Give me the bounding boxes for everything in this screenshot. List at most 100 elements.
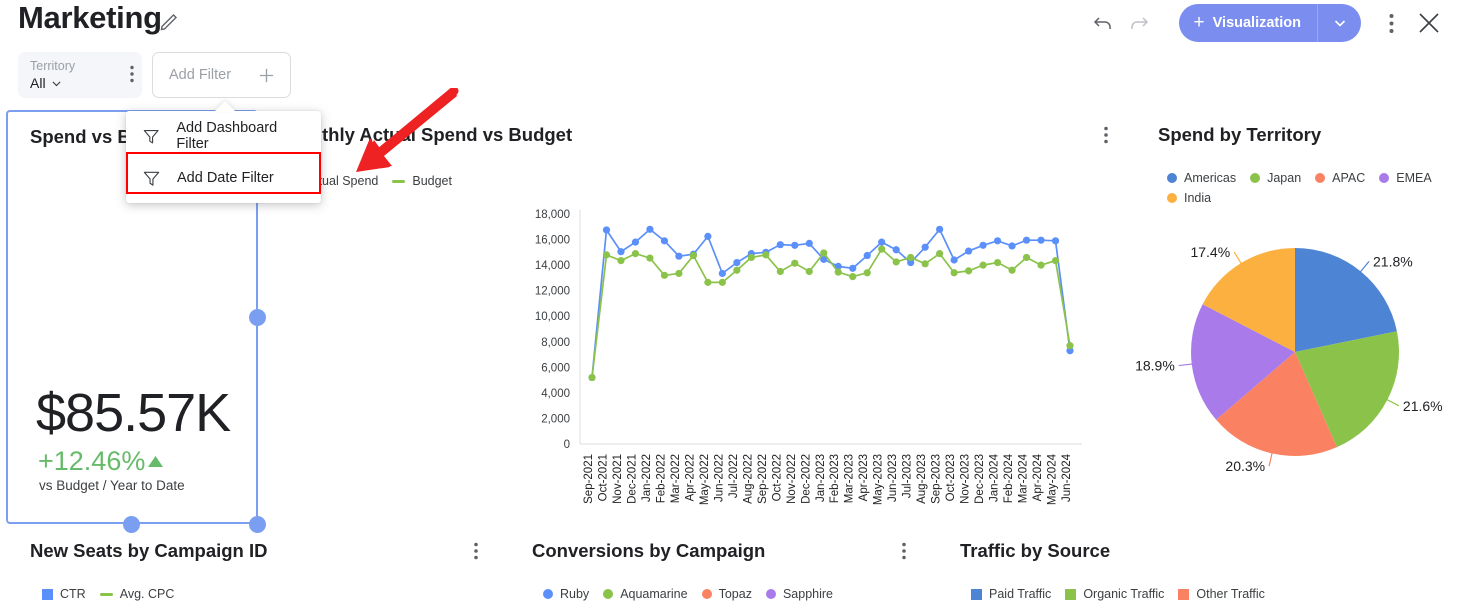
card-more-button-seats[interactable] (474, 542, 478, 565)
kebab-icon (1389, 13, 1393, 33)
filter-chip-more-button[interactable] (130, 65, 134, 88)
legend-label: Japan (1267, 171, 1302, 185)
svg-text:0: 0 (564, 439, 570, 451)
plus-icon (259, 68, 274, 82)
menu-item-add-dashboard-filter[interactable]: Add Dashboard Filter (126, 115, 321, 157)
plus-icon: + (1193, 12, 1205, 33)
legend-marker-dot-icon (1315, 173, 1326, 183)
legend-marker-dash-icon (392, 179, 406, 183)
svg-text:Mar-2024: Mar-2024 (1018, 453, 1030, 503)
filter-chip-territory[interactable]: Territory All (18, 52, 142, 98)
legend-item[interactable]: EMEA (1379, 171, 1432, 185)
legend-marker-dash-icon (99, 592, 113, 596)
legend-item[interactable]: Ruby (543, 587, 589, 601)
add-visualization-main[interactable]: + Visualization (1179, 4, 1317, 42)
legend-item[interactable]: India (1167, 191, 1211, 205)
svg-text:16,000: 16,000 (535, 235, 570, 247)
svg-text:8,000: 8,000 (541, 337, 570, 349)
legend-item[interactable]: Sapphire (765, 587, 833, 601)
svg-text:4,000: 4,000 (541, 388, 570, 400)
resize-handle-bottom[interactable] (123, 516, 140, 533)
legend-label: Americas (1184, 171, 1237, 185)
legend-label: Sapphire (782, 587, 833, 601)
card-traffic-by-source[interactable]: Traffic by Source Paid Traffic Organic Tr… (938, 528, 1457, 601)
legend-label: Avg. CPC (119, 587, 175, 601)
legend-marker-dot-icon (1167, 193, 1177, 203)
svg-text:Feb-2022: Feb-2022 (655, 454, 667, 503)
undo-icon[interactable] (1085, 5, 1121, 41)
card-new-seats-by-campaign-id[interactable]: New Seats by Campaign ID CTR Avg. CPC (6, 528, 506, 601)
legend-label: CTR (60, 587, 86, 601)
svg-text:21.8%: 21.8% (1373, 253, 1413, 269)
legend-marker-dot-icon (701, 589, 712, 599)
svg-text:Sep-2021: Sep-2021 (583, 454, 595, 504)
svg-text:Jan-2023: Jan-2023 (815, 454, 827, 502)
filter-bar: Territory All Add Filter (0, 46, 1457, 108)
legend-item[interactable]: Aquamarine (603, 587, 688, 601)
add-filter-label: Add Filter (169, 67, 232, 83)
svg-text:Jun-2022: Jun-2022 (713, 454, 725, 502)
add-filter-button[interactable]: Add Filter (152, 52, 291, 98)
svg-text:Jan-2024: Jan-2024 (989, 453, 1001, 502)
legend-marker-dot-icon (765, 589, 776, 599)
svg-text:Jun-2023: Jun-2023 (887, 454, 899, 502)
menu-item-add-date-filter[interactable]: Add Date Filter (126, 157, 321, 199)
legend-item[interactable]: Topaz (701, 587, 752, 601)
kpi-value: $85.57K (36, 383, 231, 443)
svg-text:12,000: 12,000 (535, 286, 570, 298)
close-button[interactable] (1407, 10, 1451, 36)
svg-text:Apr-2023: Apr-2023 (858, 454, 870, 501)
filter-chip-value: All (30, 75, 46, 91)
filter-chip-label: Territory (30, 59, 76, 73)
svg-text:18.9%: 18.9% (1135, 358, 1175, 374)
resize-handle-right[interactable] (249, 309, 266, 326)
redo-icon[interactable] (1121, 5, 1157, 41)
legend-item[interactable]: Americas (1167, 171, 1236, 185)
legend-label: India (1184, 191, 1212, 205)
card-conversions-by-campaign[interactable]: Conversions by Campaign Ruby Aquamarine To… (510, 528, 934, 601)
svg-text:Nov-2023: Nov-2023 (960, 454, 972, 504)
legend-marker-square-icon (1065, 588, 1077, 600)
card-more-button-conversions[interactable] (902, 542, 906, 565)
kebab-icon (474, 542, 478, 560)
legend-item[interactable]: Japan (1250, 171, 1301, 185)
add-filter-dropdown-menu: Add Dashboard Filter Add Date Filter (126, 111, 321, 203)
card-monthly-actual-spend-vs-budget[interactable]: Monthly Actual Spend vs Budget Actual Sp… (262, 110, 1130, 524)
legend-conversions: Ruby Aquamarine Topaz Sapphire (543, 587, 833, 601)
svg-text:6,000: 6,000 (541, 362, 570, 374)
legend-label: Other Traffic (1196, 587, 1265, 601)
svg-text:17.4%: 17.4% (1190, 244, 1230, 260)
svg-text:Sep-2022: Sep-2022 (757, 454, 769, 504)
legend-item[interactable]: Budget (392, 174, 452, 188)
legend-item[interactable]: Paid Traffic (971, 587, 1051, 601)
legend-item[interactable]: Other Traffic (1178, 587, 1265, 601)
filter-funnel-icon (143, 129, 159, 143)
page-title: Marketing (18, 0, 162, 35)
legend-marker-dot-icon (1250, 173, 1261, 183)
filter-chip-value-row[interactable]: All (30, 74, 75, 92)
add-visualization-caret[interactable] (1317, 4, 1361, 42)
svg-text:Jun-2024: Jun-2024 (1061, 453, 1073, 502)
card-spend-by-territory[interactable]: Spend by Territory Americas Japan APAC EMEA… (1134, 110, 1457, 524)
card-title-pie: Spend by Territory (1158, 124, 1322, 145)
header-more-button[interactable] (1375, 13, 1407, 34)
legend-seats: CTR Avg. CPC (42, 587, 174, 601)
kebab-icon (130, 65, 134, 83)
pencil-icon[interactable] (158, 9, 182, 33)
resize-handle-bottom-right[interactable] (249, 516, 266, 533)
legend-item[interactable]: CTR (42, 587, 86, 601)
svg-text:Feb-2023: Feb-2023 (829, 454, 841, 503)
legend-item[interactable]: APAC (1315, 171, 1365, 185)
svg-text:Jul-2023: Jul-2023 (902, 454, 914, 498)
svg-text:20.3%: 20.3% (1225, 458, 1265, 474)
kpi-delta-value: +12.46% (38, 446, 146, 476)
svg-text:Apr-2022: Apr-2022 (684, 454, 696, 501)
legend-marker-dot-icon (603, 589, 614, 599)
legend-label: Organic Traffic (1083, 587, 1165, 601)
svg-text:Jul-2022: Jul-2022 (728, 454, 740, 498)
add-visualization-button[interactable]: + Visualization (1178, 4, 1361, 42)
svg-text:May-2022: May-2022 (699, 454, 711, 505)
legend-item[interactable]: Avg. CPC (99, 587, 175, 601)
card-more-button-line[interactable] (1104, 126, 1108, 149)
legend-item[interactable]: Organic Traffic (1065, 587, 1164, 601)
